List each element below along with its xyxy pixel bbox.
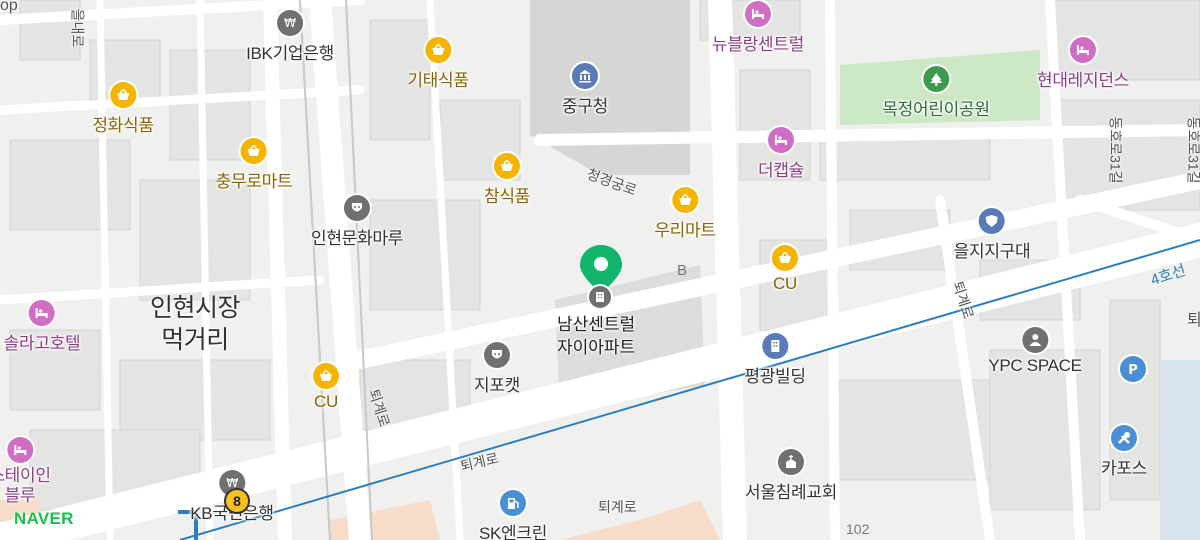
edge-text: 퇴 <box>1187 312 1200 329</box>
basket-icon <box>494 153 520 179</box>
church-icon <box>777 449 804 475</box>
poi-solla-hotel[interactable]: 솔라고호텔 <box>4 300 81 354</box>
poi-stein-blue[interactable]: 스테이인블루 <box>0 437 51 506</box>
poi-thecapsule[interactable]: 더캡슐 <box>758 127 804 181</box>
parking-icon: P <box>1120 356 1146 382</box>
poi-capos[interactable]: 카포스 <box>1101 425 1147 479</box>
hotel-icon <box>744 1 771 27</box>
poi-chungmuro-mart[interactable]: 충무로마트 <box>216 138 293 192</box>
poi-cu-west[interactable]: CU <box>313 363 339 412</box>
svg-text:P: P <box>1128 363 1138 376</box>
poi-euljiji-police[interactable]: 을지지구대 <box>954 208 1031 262</box>
poi-inhyeon-culture[interactable]: 인현문화마루 <box>311 195 403 249</box>
road-label-topleft: 을내로 <box>69 8 86 48</box>
police-icon <box>978 208 1005 234</box>
building-label: 102 <box>846 521 870 537</box>
hotel-icon <box>28 300 55 326</box>
poi-jipo-cat[interactable]: 지포캣 <box>474 342 520 396</box>
basket-icon <box>425 37 451 63</box>
tree-icon <box>922 66 949 92</box>
government-icon <box>572 63 598 89</box>
theater-mask-icon <box>484 342 510 368</box>
road-label-dongho-2: 동호로31길 <box>1185 116 1200 184</box>
poi-cu-east[interactable]: CU <box>772 245 798 294</box>
area-label: 인현시장 먹거리 <box>150 294 241 354</box>
poi-newblang[interactable]: 뉴블랑센트럴 <box>712 1 804 55</box>
poi-sk-gas[interactable]: SK엔크린 <box>479 490 547 540</box>
hotel-icon <box>1069 37 1096 63</box>
basket-icon <box>110 82 136 108</box>
road-label-dongho: 동호로31길 <box>1107 116 1124 184</box>
building-icon <box>762 333 788 359</box>
poi-woori-mart[interactable]: 우리마트 <box>654 187 716 241</box>
wrench-icon <box>1111 425 1137 451</box>
basket-icon <box>772 245 798 271</box>
road-label-toegyero: 퇴계로 <box>598 499 637 515</box>
poi-junghwa[interactable]: 정화식품 <box>92 82 154 136</box>
bank-icon: ₩ <box>277 10 303 36</box>
svg-text:₩: ₩ <box>284 16 296 30</box>
building-label: B <box>677 262 688 279</box>
poi-seoul-church[interactable]: 서울침례교회 <box>745 449 837 503</box>
poi-parking[interactable]: P <box>1120 356 1146 382</box>
edge-text: op <box>0 0 18 14</box>
gas-station-icon <box>499 490 526 516</box>
hotel-icon <box>7 437 33 463</box>
route-badge: 8 <box>224 488 250 514</box>
basket-icon <box>240 138 267 164</box>
hotel-icon <box>768 127 794 153</box>
person-icon <box>1021 327 1048 353</box>
pin-building-marker <box>589 286 611 308</box>
poi-hyundai-residence[interactable]: 현대레지던스 <box>1037 37 1129 91</box>
map-canvas[interactable]: 인현시장 먹거리 ₩ IBK기업은행 기태식품 중구청 뉴블랑센트럴 현대레지던… <box>0 0 1200 540</box>
pin-label: 남산센트럴 자이아파트 <box>557 315 636 357</box>
poi-pyeonggwang-building[interactable]: 평광빌딩 <box>744 333 806 387</box>
naver-logo: NAVER <box>14 509 74 528</box>
poi-mokjeong-park[interactable]: 목정어린이공원 <box>882 66 990 120</box>
basket-icon <box>672 187 698 213</box>
poi-gitae[interactable]: 기태식품 <box>407 37 469 91</box>
poi-ibk-bank[interactable]: ₩ IBK기업은행 <box>246 10 334 64</box>
basket-icon <box>313 363 339 389</box>
theater-mask-icon <box>343 195 370 221</box>
poi-cham[interactable]: 참식품 <box>484 153 530 207</box>
poi-junggu-office[interactable]: 중구청 <box>562 63 608 117</box>
poi-ypc-space[interactable]: YPC SPACE <box>988 327 1082 376</box>
apartment-icon <box>589 286 611 308</box>
